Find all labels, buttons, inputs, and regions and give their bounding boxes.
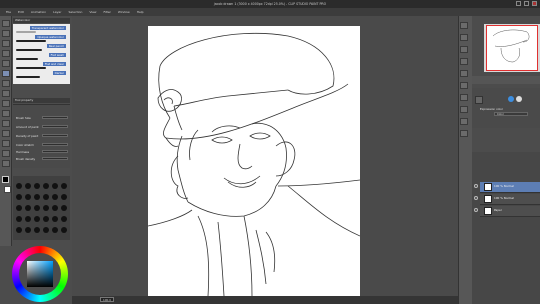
brush-item[interactable]: Darker [14,71,68,80]
eye-icon[interactable] [474,184,478,188]
brush-name: Real pencil [46,44,66,48]
menu-window[interactable]: Window [118,10,130,14]
clear-icon[interactable] [460,82,468,89]
maximize-button[interactable] [524,1,529,6]
layer-color-alt-icon[interactable] [516,96,522,102]
zoom-field[interactable]: 100.0 [100,297,114,302]
brush-name: Opaque watercolor [35,35,66,39]
select-all-icon[interactable] [460,118,468,125]
pen-tool-icon[interactable] [2,60,10,67]
deselect-icon[interactable] [460,130,468,137]
navigator-controls[interactable] [472,76,540,84]
move-tool-icon[interactable] [2,30,10,37]
transform-icon[interactable] [460,94,468,101]
status-bar [72,296,458,304]
menu-animation[interactable]: Animation [31,10,46,14]
eyedropper-tool-icon[interactable] [2,50,10,57]
brush-stroke-preview [16,58,38,60]
expression-color-label: Expression color [480,107,503,111]
layer-effect-icon[interactable] [475,96,483,104]
layer-thumbnail [484,183,492,191]
paste-icon[interactable] [460,46,468,53]
gradient-tool-icon[interactable] [2,130,10,137]
brush-name: Flat and clear [42,62,66,66]
saturation-value-square[interactable] [27,261,53,287]
paint-amount-slider[interactable] [42,125,68,128]
property-label: Density of paint [16,134,39,138]
eye-icon[interactable] [474,196,478,200]
menu-view[interactable]: View [89,10,96,14]
property-label: Hardness [16,150,30,154]
property-label: Brush Size [16,116,31,120]
fill-icon[interactable] [460,106,468,113]
undo-icon[interactable] [460,58,468,65]
layer-color-icon[interactable] [508,96,514,102]
property-label: Amount of paint [16,125,39,129]
minimize-button[interactable] [516,1,521,6]
redo-icon[interactable] [460,70,468,77]
layer-name: 100 % Normal [494,184,514,188]
expression-color-select[interactable]: Color [494,112,528,116]
color-stretch-slider[interactable] [42,143,68,146]
new-layer-icon[interactable] [460,22,468,29]
window-title: jacob drawn 1 (3000 x 4000px 72dpi 25.0%… [213,1,327,6]
close-button[interactable] [532,1,537,6]
brush-name: Darker [52,71,66,75]
brush-panel-title: Watercolor [13,18,70,23]
menu-help[interactable]: Help [137,10,144,14]
canvas-page[interactable] [147,26,361,297]
brush-density-slider[interactable] [42,157,68,160]
brush-item[interactable]: Flat and clear [14,62,68,71]
airbrush-tool-icon[interactable] [2,90,10,97]
layer-thumbnail [484,207,492,215]
main-color-swatch[interactable] [2,176,9,183]
hardness-slider[interactable] [42,150,68,153]
brush-name: Flat wash [48,53,66,57]
property-label: Brush density [16,157,36,161]
text-tool-icon[interactable] [2,150,10,157]
brush-tool-icon[interactable] [2,80,10,87]
brush-item[interactable]: Flat wash [14,53,68,62]
brush-tip-dots[interactable] [13,176,70,240]
zoom-tool-icon[interactable] [2,20,10,27]
selection-tool-icon[interactable] [2,40,10,47]
tool-property-title: Tool property [13,98,70,103]
menu-bar: File Edit Animation Layer Selection View… [0,8,540,16]
paint-density-slider[interactable] [42,134,68,137]
blend-tool-icon[interactable] [2,110,10,117]
menu-filter[interactable]: Filter [103,10,110,14]
layer-name: 100 % Normal [494,196,514,200]
brush-item[interactable]: Opaque watercolor [14,35,68,44]
menu-layer[interactable]: Layer [53,10,61,14]
menu-selection[interactable]: Selection [69,10,83,14]
brush-stroke-preview [16,49,42,51]
navigator-preview[interactable] [486,25,538,71]
layer-thumbnail [484,195,492,203]
pencil-tool-icon[interactable] [2,70,10,77]
brush-tip-grid [13,176,70,240]
layer-name: Paper [494,208,502,212]
brush-item[interactable]: Transparent watercolor [14,26,68,35]
fill-tool-icon[interactable] [2,120,10,127]
brush-stroke-preview [16,67,46,69]
brush-item[interactable]: Real pencil [14,44,68,53]
copy-icon[interactable] [460,34,468,41]
brush-stroke-preview [16,40,46,42]
brush-stroke-preview [16,76,40,78]
navigator-thumbnail [492,29,530,63]
eye-icon[interactable] [474,208,478,212]
layer-panel [472,152,540,304]
figure-tool-icon[interactable] [2,140,10,147]
menu-edit[interactable]: Edit [18,10,24,14]
brush-stroke-preview [16,31,36,33]
eraser-tool-icon[interactable] [2,100,10,107]
balloon-tool-icon[interactable] [2,160,10,167]
property-label: Color stretch [16,143,34,147]
brush-size-slider[interactable] [42,116,68,119]
menu-file[interactable]: File [6,10,11,14]
sub-color-swatch[interactable] [4,186,11,193]
brush-name: Transparent watercolor [29,26,66,30]
line-drawing [147,33,361,297]
